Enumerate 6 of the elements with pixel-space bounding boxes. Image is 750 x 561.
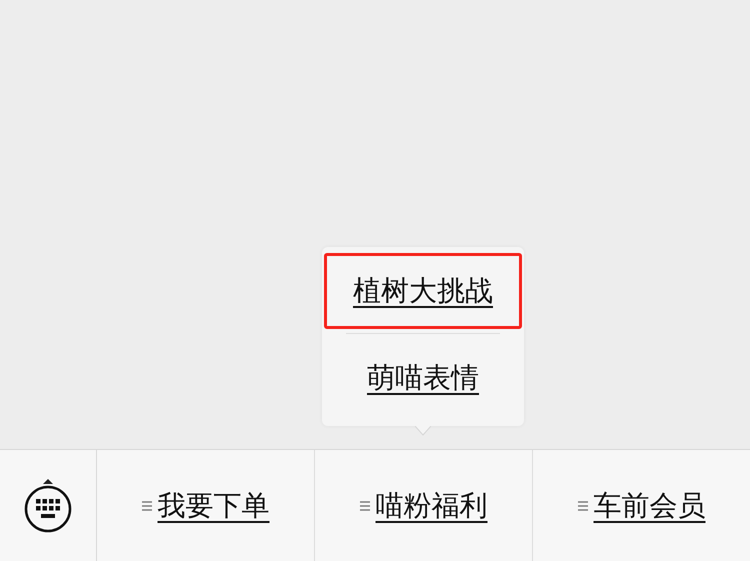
menu-icon — [360, 500, 370, 512]
keyboard-icon[interactable] — [24, 478, 72, 534]
submenu-item[interactable]: 萌喵表情 — [324, 338, 522, 418]
menu-icon — [142, 500, 152, 512]
submenu-item[interactable]: 植树大挑战 — [324, 253, 522, 329]
menu-icon — [578, 500, 588, 512]
